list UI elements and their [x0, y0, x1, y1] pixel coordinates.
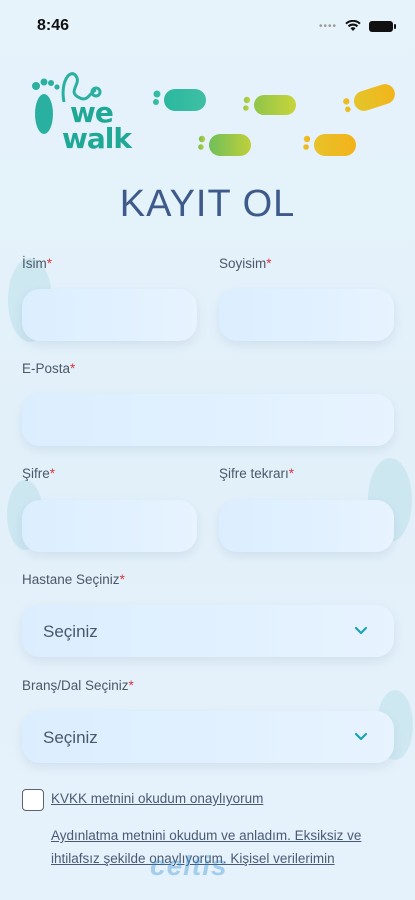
status-icons: •••• — [318, 20, 396, 32]
battery-icon — [369, 20, 396, 32]
required-mark: * — [288, 466, 295, 481]
signal-icon: •••• — [318, 20, 337, 32]
email-label: E-Posta* — [22, 361, 75, 376]
footprint-teal-icon — [153, 89, 206, 111]
first-name-input[interactable] — [22, 289, 197, 341]
status-bar: 8:46 •••• — [0, 0, 415, 54]
branch-select-value: Seçiniz — [43, 728, 98, 747]
first-name-label: İsim* — [22, 256, 52, 271]
celtis-watermark: celtis — [150, 850, 228, 881]
password-label-text: Şifre — [22, 466, 50, 481]
hospital-select-value: Seçiniz — [43, 622, 98, 641]
brand-wordmark: we walk — [62, 99, 132, 155]
required-mark: * — [119, 572, 125, 587]
password-input[interactable] — [22, 500, 197, 552]
kvkk-link[interactable]: KVKK metnini okudum onaylıyorum — [51, 791, 263, 806]
required-mark: * — [266, 256, 272, 271]
wifi-icon — [345, 20, 361, 31]
footprint-yellow-icon — [303, 134, 356, 156]
password-label: Şifre* — [22, 466, 55, 481]
branch-label: Branş/Dal Seçiniz* — [22, 678, 134, 693]
password-repeat-label-text: Şifre tekrarı — [219, 466, 289, 481]
hospital-select[interactable]: Seçiniz — [22, 605, 394, 657]
password-repeat-input[interactable] — [219, 500, 394, 552]
last-name-label-text: Soyisim — [219, 256, 267, 271]
required-mark: * — [128, 678, 134, 693]
last-name-label: Soyisim* — [219, 256, 272, 271]
hospital-label: Hastane Seçiniz* — [22, 572, 125, 587]
footprint-green-icon — [243, 95, 296, 115]
brand-line-2: walk — [62, 122, 132, 155]
required-mark: * — [49, 466, 56, 481]
required-mark: * — [46, 256, 53, 271]
chevron-down-icon[interactable] — [352, 621, 370, 639]
status-time: 8:46 — [37, 17, 70, 34]
password-repeat-label: Şifre tekrarı* — [219, 466, 294, 481]
email-label-text: E-Posta — [22, 361, 71, 376]
kvkk-checkbox[interactable] — [22, 789, 44, 811]
first-name-label-text: İsim — [22, 256, 47, 271]
hospital-label-text: Hastane Seçiniz — [22, 572, 120, 587]
chevron-down-icon[interactable] — [352, 727, 370, 745]
page-title: KAYIT OL — [119, 183, 296, 225]
last-name-input[interactable] — [219, 289, 394, 341]
email-input[interactable] — [22, 394, 394, 446]
footprint-yellow-icon — [343, 84, 395, 113]
branch-select[interactable]: Seçiniz — [22, 711, 394, 763]
required-mark: * — [70, 361, 76, 376]
footprint-green-icon — [198, 134, 251, 156]
branch-label-text: Branş/Dal Seçiniz — [22, 678, 129, 693]
